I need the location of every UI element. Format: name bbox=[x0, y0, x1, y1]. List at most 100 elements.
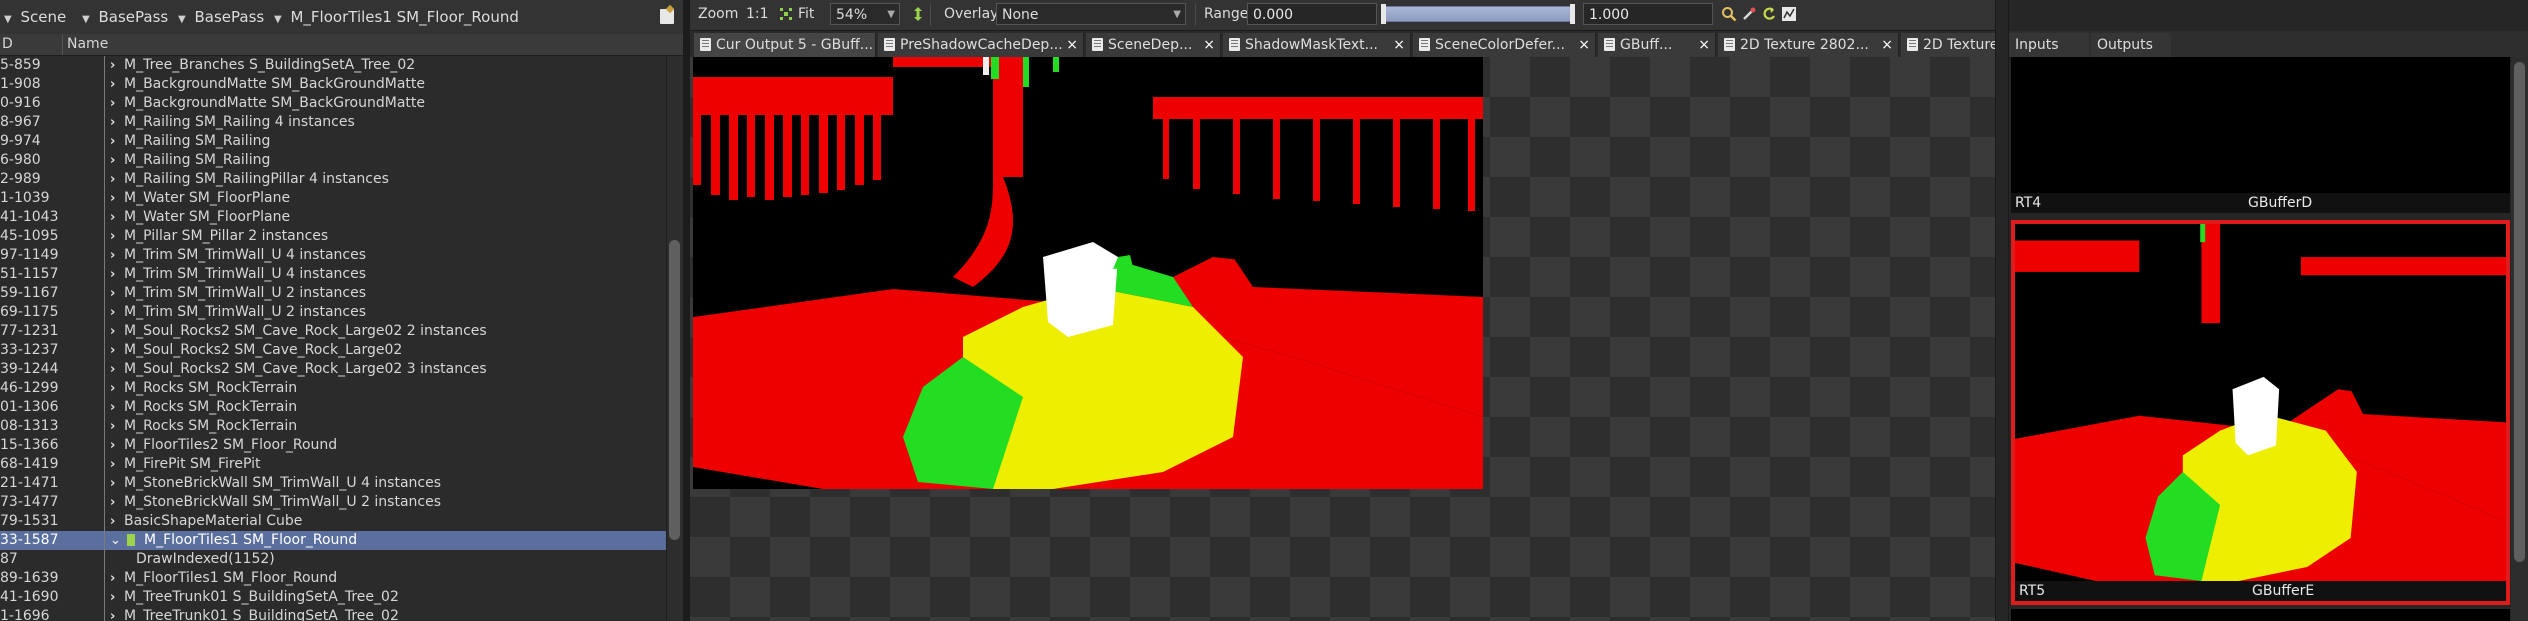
chevron-right-icon[interactable]: › bbox=[110, 417, 122, 436]
chevron-right-icon[interactable]: › bbox=[110, 607, 122, 621]
chevron-down-icon[interactable]: ⌄ bbox=[110, 531, 122, 550]
chevron-right-icon[interactable]: › bbox=[110, 341, 122, 360]
thumbnail-scrollbar-thumb[interactable] bbox=[2514, 62, 2525, 562]
tab-inputs[interactable]: Inputs bbox=[2009, 33, 2089, 57]
event-row[interactable]: 59-1167 › M_Trim SM_TrimWall_U 2 instances bbox=[0, 284, 666, 303]
chevron-right-icon[interactable]: › bbox=[110, 588, 122, 607]
texture-tab[interactable]: SceneDep... × bbox=[1086, 33, 1221, 57]
reset-range-icon[interactable] bbox=[1761, 6, 1777, 22]
event-row[interactable]: 1-908 › M_BackgroundMatte SM_BackGroundMat… bbox=[0, 75, 666, 94]
autofit-range-icon[interactable] bbox=[1741, 6, 1757, 22]
chevron-right-icon[interactable]: › bbox=[110, 265, 122, 284]
range-slider-max-handle[interactable] bbox=[1570, 4, 1575, 24]
event-row[interactable]: 46-1299 › M_Rocks SM_RockTerrain bbox=[0, 379, 666, 398]
chevron-right-icon[interactable]: › bbox=[110, 246, 122, 265]
event-row[interactable]: 69-1175 › M_Trim SM_TrimWall_U 2 instances bbox=[0, 303, 666, 322]
zoom-select[interactable]: 54% ▼ bbox=[830, 3, 900, 25]
texture-tab[interactable]: PreShadowCacheDep... × bbox=[878, 33, 1084, 57]
event-row[interactable]: 9-974 › M_Railing SM_Railing bbox=[0, 132, 666, 151]
texture-tab[interactable]: SceneColorDefer... × bbox=[1413, 33, 1596, 57]
event-row[interactable]: 21-1471 › M_StoneBrickWall SM_TrimWall_U 4… bbox=[0, 474, 666, 493]
chevron-right-icon[interactable]: › bbox=[110, 284, 122, 303]
chevron-right-icon[interactable]: › bbox=[110, 75, 122, 94]
fit-button[interactable]: Fit bbox=[798, 6, 814, 22]
event-row[interactable]: 8-967 › M_Railing SM_Railing 4 instances bbox=[0, 113, 666, 132]
chevron-right-icon[interactable]: › bbox=[110, 569, 122, 588]
event-row[interactable]: 08-1313 › M_Rocks SM_RockTerrain bbox=[0, 417, 666, 436]
close-icon[interactable]: × bbox=[1393, 33, 1405, 57]
event-row[interactable]: 97-1149 › M_Trim SM_TrimWall_U 4 instances bbox=[0, 246, 666, 265]
chevron-right-icon[interactable]: › bbox=[110, 474, 122, 493]
range-slider-min-handle[interactable] bbox=[1381, 4, 1386, 24]
texture-tab[interactable]: Cur Output 5 - GBuff... bbox=[694, 33, 876, 57]
close-icon[interactable]: × bbox=[1066, 33, 1078, 57]
texture-tab[interactable]: 2D Texture 2802... × bbox=[1718, 33, 1899, 57]
event-row[interactable]: 77-1231 › M_Soul_Rocks2 SM_Cave_Rock_Large… bbox=[0, 322, 666, 341]
event-row[interactable]: 87 DrawIndexed(1152) bbox=[0, 550, 666, 569]
column-header-eid[interactable]: D bbox=[0, 34, 62, 55]
chevron-right-icon[interactable]: › bbox=[110, 151, 122, 170]
texture-tab[interactable]: ShadowMaskText... × bbox=[1223, 33, 1411, 57]
chevron-right-icon[interactable]: › bbox=[110, 493, 122, 512]
breadcrumb-item-basepass[interactable]: ▼ BasePass bbox=[82, 8, 168, 26]
zoom-range-icon[interactable] bbox=[1721, 6, 1737, 22]
chevron-right-icon[interactable]: › bbox=[110, 56, 122, 75]
chevron-right-icon[interactable]: › bbox=[110, 132, 122, 151]
chevron-right-icon[interactable]: › bbox=[110, 170, 122, 189]
panel-splitter[interactable] bbox=[683, 0, 690, 621]
chevron-right-icon[interactable]: › bbox=[110, 303, 122, 322]
chevron-right-icon[interactable]: › bbox=[110, 360, 122, 379]
event-row[interactable]: 68-1419 › M_FirePit SM_FirePit bbox=[0, 455, 666, 474]
panel-splitter[interactable] bbox=[1995, 0, 2009, 621]
chevron-right-icon[interactable]: › bbox=[110, 398, 122, 417]
close-icon[interactable]: × bbox=[1698, 33, 1710, 57]
event-row[interactable]: 15-1366 › M_FloorTiles2 SM_Floor_Round bbox=[0, 436, 666, 455]
event-row[interactable]: 45-1095 › M_Pillar SM_Pillar 2 instances bbox=[0, 227, 666, 246]
event-row[interactable]: 79-1531 › BasicShapeMaterial Cube bbox=[0, 512, 666, 531]
chevron-right-icon[interactable]: › bbox=[110, 512, 122, 531]
chevron-right-icon[interactable]: › bbox=[110, 379, 122, 398]
close-icon[interactable]: × bbox=[1578, 33, 1590, 57]
event-row[interactable]: 1-1696 › M_TreeTrunk01 S_BuildingSetA_Tree… bbox=[0, 607, 666, 621]
fit-icon[interactable] bbox=[778, 6, 794, 22]
texture-canvas[interactable] bbox=[690, 57, 1995, 621]
chevron-right-icon[interactable]: › bbox=[110, 113, 122, 132]
bookmark-icon[interactable] bbox=[660, 9, 674, 24]
tab-outputs[interactable]: Outputs bbox=[2091, 33, 2171, 57]
event-row[interactable]: 0-916 › M_BackgroundMatte SM_BackGroundMat… bbox=[0, 94, 666, 113]
thumbnail-rt5[interactable]: RT5 GBufferE bbox=[2011, 220, 2510, 605]
close-icon[interactable]: × bbox=[1881, 33, 1893, 57]
close-icon[interactable]: × bbox=[1203, 33, 1215, 57]
chevron-right-icon[interactable]: › bbox=[110, 189, 122, 208]
thumbnail-next[interactable] bbox=[2011, 609, 2510, 621]
breadcrumb-item-basepass-2[interactable]: ▼ BasePass bbox=[178, 8, 264, 26]
event-row[interactable]: 6-980 › M_Railing SM_Railing bbox=[0, 151, 666, 170]
overlay-select[interactable]: None ▼ bbox=[996, 3, 1186, 25]
breadcrumb-item-drawcall[interactable]: ▼ M_FloorTiles1 SM_Floor_Round bbox=[274, 8, 519, 26]
chevron-right-icon[interactable]: › bbox=[110, 436, 122, 455]
range-min-input[interactable]: 0.000 bbox=[1247, 3, 1377, 25]
histogram-icon[interactable] bbox=[1781, 6, 1797, 22]
event-row[interactable]: 5-859 › M_Tree_Branches S_BuildingSetA_Tre… bbox=[0, 56, 666, 75]
range-slider[interactable] bbox=[1383, 6, 1573, 22]
event-row[interactable]: 2-989 › M_Railing SM_RailingPillar 4 insta… bbox=[0, 170, 666, 189]
event-row[interactable]: 89-1639 › M_FloorTiles1 SM_Floor_Round bbox=[0, 569, 666, 588]
breadcrumb-item-scene[interactable]: ▼ Scene bbox=[4, 8, 66, 26]
event-row[interactable]: 33-1587 ⌄ M_FloorTiles1 SM_Floor_Round bbox=[0, 531, 666, 550]
chevron-right-icon[interactable]: › bbox=[110, 455, 122, 474]
event-row[interactable]: 73-1477 › M_StoneBrickWall SM_TrimWall_U 2… bbox=[0, 493, 666, 512]
zoom-1to1-button[interactable]: 1:1 bbox=[746, 6, 769, 22]
event-row[interactable]: 51-1157 › M_Trim SM_TrimWall_U 4 instances bbox=[0, 265, 666, 284]
event-row[interactable]: 41-1690 › M_TreeTrunk01 S_BuildingSetA_Tre… bbox=[0, 588, 666, 607]
event-row[interactable]: 1-1039 › M_Water SM_FloorPlane bbox=[0, 189, 666, 208]
chevron-right-icon[interactable]: › bbox=[110, 227, 122, 246]
event-list-scrollbar-thumb[interactable] bbox=[669, 240, 680, 540]
event-row[interactable]: 39-1244 › M_Soul_Rocks2 SM_Cave_Rock_Large… bbox=[0, 360, 666, 379]
chevron-right-icon[interactable]: › bbox=[110, 94, 122, 113]
event-row[interactable]: 01-1306 › M_Rocks SM_RockTerrain bbox=[0, 398, 666, 417]
range-max-input[interactable]: 1.000 bbox=[1583, 3, 1713, 25]
event-row[interactable]: 41-1043 › M_Water SM_FloorPlane bbox=[0, 208, 666, 227]
chevron-right-icon[interactable]: › bbox=[110, 322, 122, 341]
texture-tab[interactable]: GBuff... × bbox=[1598, 33, 1716, 57]
event-row[interactable]: 33-1237 › M_Soul_Rocks2 SM_Cave_Rock_Large… bbox=[0, 341, 666, 360]
